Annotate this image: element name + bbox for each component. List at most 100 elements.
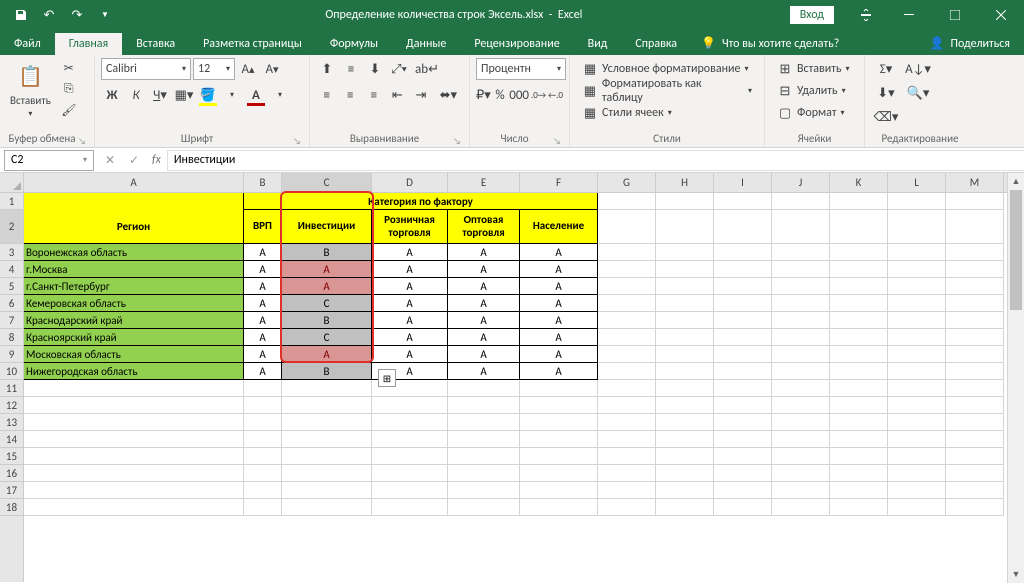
align-right-button[interactable]: ≡ — [363, 84, 385, 106]
cell-L3[interactable] — [888, 244, 946, 261]
cell-K3[interactable] — [830, 244, 888, 261]
cell-data-2-0[interactable]: A — [244, 278, 282, 295]
cell-C15[interactable] — [282, 448, 372, 465]
cell-I14[interactable] — [714, 431, 772, 448]
cell-data-3-3[interactable]: A — [448, 295, 520, 312]
cell-data-7-4[interactable]: A — [520, 363, 598, 380]
cell-D14[interactable] — [372, 431, 448, 448]
row-header-7[interactable]: 7 — [0, 312, 23, 329]
cell-I15[interactable] — [714, 448, 772, 465]
col-header-J[interactable]: J — [772, 173, 830, 192]
cell-I3[interactable] — [714, 244, 772, 261]
cell-C12[interactable] — [282, 397, 372, 414]
comma-button[interactable]: 000 — [509, 84, 529, 106]
cell-J2[interactable] — [772, 210, 830, 244]
row-header-13[interactable]: 13 — [0, 414, 23, 431]
cell-data-5-0[interactable]: A — [244, 329, 282, 346]
cell-L7[interactable] — [888, 312, 946, 329]
cell-H5[interactable] — [656, 278, 714, 295]
cell-data-7-1[interactable]: B — [282, 363, 372, 380]
cell-styles-button[interactable]: ▦Стили ячеек▾ — [576, 102, 758, 124]
cell-C16[interactable] — [282, 465, 372, 482]
cell-region-2[interactable]: г.Санкт-Петербург — [24, 278, 244, 295]
col-header-D[interactable]: D — [372, 173, 448, 192]
cell-L2[interactable] — [888, 210, 946, 244]
decrease-font-button[interactable]: A▾ — [261, 58, 283, 80]
cell-A14[interactable] — [24, 431, 244, 448]
cell-B15[interactable] — [244, 448, 282, 465]
cell-D13[interactable] — [372, 414, 448, 431]
col-header-K[interactable]: K — [830, 173, 888, 192]
cut-button[interactable]: ✂ — [59, 58, 79, 78]
cell-L9[interactable] — [888, 346, 946, 363]
cell-F12[interactable] — [520, 397, 598, 414]
cell-H7[interactable] — [656, 312, 714, 329]
cell-L17[interactable] — [888, 482, 946, 499]
cell-E11[interactable] — [448, 380, 520, 397]
cell-K16[interactable] — [830, 465, 888, 482]
orientation-button[interactable]: ⤢▾ — [388, 58, 410, 80]
cell-E16[interactable] — [448, 465, 520, 482]
cell-data-7-0[interactable]: A — [244, 363, 282, 380]
cell-J17[interactable] — [772, 482, 830, 499]
cell-K6[interactable] — [830, 295, 888, 312]
cell-J8[interactable] — [772, 329, 830, 346]
cell-G13[interactable] — [598, 414, 656, 431]
cell-data-3-1[interactable]: C — [282, 295, 372, 312]
cell-I13[interactable] — [714, 414, 772, 431]
cell-G2[interactable] — [598, 210, 656, 244]
cell-G1[interactable] — [598, 193, 656, 210]
cell-J16[interactable] — [772, 465, 830, 482]
cell-data-1-1[interactable]: A — [282, 261, 372, 278]
share-button[interactable]: 👤Поделиться — [916, 32, 1024, 55]
cell-J13[interactable] — [772, 414, 830, 431]
cell-F15[interactable] — [520, 448, 598, 465]
cell-header-2[interactable]: Розничная торговля — [372, 210, 448, 244]
indent-dec-button[interactable]: ⇤ — [387, 84, 409, 106]
cell-J14[interactable] — [772, 431, 830, 448]
name-box[interactable]: C2▾ — [4, 150, 94, 171]
fill-button[interactable]: ⬇▾ — [871, 82, 901, 104]
font-size-select[interactable]: 12▾ — [193, 58, 235, 80]
cell-G14[interactable] — [598, 431, 656, 448]
cell-data-6-0[interactable]: A — [244, 346, 282, 363]
row-header-3[interactable]: 3 — [0, 244, 23, 261]
cell-data-5-3[interactable]: A — [448, 329, 520, 346]
cell-header-1[interactable]: Инвестиции — [282, 210, 372, 244]
tab-formulas[interactable]: Формулы — [316, 33, 392, 55]
scroll-down-icon[interactable]: ▼ — [1008, 566, 1024, 583]
row-header-17[interactable]: 17 — [0, 482, 23, 499]
cell-J9[interactable] — [772, 346, 830, 363]
cell-M10[interactable] — [946, 363, 1004, 380]
cell-K17[interactable] — [830, 482, 888, 499]
cell-H11[interactable] — [656, 380, 714, 397]
cell-region-3[interactable]: Кемеровская область — [24, 295, 244, 312]
cell-E18[interactable] — [448, 499, 520, 516]
cell-J15[interactable] — [772, 448, 830, 465]
cell-data-4-1[interactable]: B — [282, 312, 372, 329]
cell-K5[interactable] — [830, 278, 888, 295]
cell-D15[interactable] — [372, 448, 448, 465]
cell-I16[interactable] — [714, 465, 772, 482]
cell-G11[interactable] — [598, 380, 656, 397]
tab-insert[interactable]: Вставка — [122, 33, 189, 55]
row-header-2[interactable]: 2 — [0, 210, 23, 244]
align-center-button[interactable]: ≡ — [340, 84, 362, 106]
cell-data-1-0[interactable]: A — [244, 261, 282, 278]
cell-K7[interactable] — [830, 312, 888, 329]
cell-M2[interactable] — [946, 210, 1004, 244]
save-icon[interactable] — [8, 2, 34, 28]
cancel-formula-button[interactable]: ✕ — [98, 150, 122, 171]
cell-data-7-3[interactable]: A — [448, 363, 520, 380]
redo-icon[interactable]: ↷ — [64, 2, 90, 28]
cell-data-0-2[interactable]: A — [372, 244, 448, 261]
cell-A13[interactable] — [24, 414, 244, 431]
cell-L12[interactable] — [888, 397, 946, 414]
cell-F17[interactable] — [520, 482, 598, 499]
cell-data-0-4[interactable]: A — [520, 244, 598, 261]
fill-dd[interactable]: ▾ — [221, 84, 243, 106]
cell-A1[interactable] — [24, 193, 244, 210]
cell-data-0-1[interactable]: B — [282, 244, 372, 261]
cell-data-5-2[interactable]: A — [372, 329, 448, 346]
bold-button[interactable]: Ж — [101, 84, 123, 106]
